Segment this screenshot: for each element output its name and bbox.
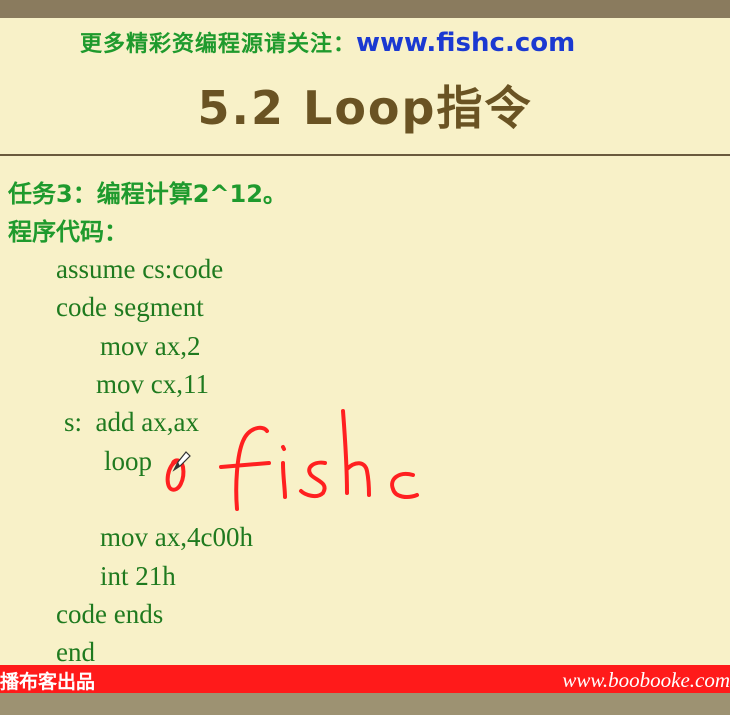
brand-label: 播布客出品 — [0, 671, 96, 693]
code-line: code segment — [56, 292, 204, 322]
code-line: loop — [104, 446, 153, 476]
slide-title: 5.2 Loop指令 — [197, 81, 533, 135]
hand-stroke-f — [219, 425, 271, 511]
divider — [0, 154, 730, 156]
hand-stroke-h — [341, 409, 371, 497]
hand-stroke-c — [390, 472, 419, 499]
top-bar — [0, 0, 730, 18]
code-line: end — [56, 637, 95, 667]
code-line: mov ax,2 — [100, 331, 201, 361]
pen-cursor-icon[interactable] — [172, 450, 192, 472]
code-line: mov cx,11 — [96, 369, 209, 399]
promo-line: 更多精彩资编程源请关注：www.fishc.com — [80, 26, 575, 58]
code-line: code ends — [56, 599, 164, 629]
code-line: int 21h — [100, 561, 176, 591]
brand-site[interactable]: www.boobooke.com — [562, 668, 730, 693]
footer-bar — [0, 693, 730, 715]
promo-url[interactable]: www.fishc.com — [356, 28, 575, 58]
hand-stroke-i — [281, 445, 287, 499]
promo-text: 更多精彩资编程源请关注： — [80, 32, 357, 57]
task-label: 任务3：编程计算2^12。 — [8, 180, 287, 208]
code-line: mov ax,4c00h — [100, 522, 253, 552]
code-line: assume cs:code — [56, 254, 224, 284]
code-label: 程序代码： — [8, 218, 128, 246]
bottom-bar: 播布客出品 www.boobooke.com — [0, 665, 730, 693]
handwriting-annotation — [165, 409, 419, 511]
hand-stroke-s — [299, 460, 327, 499]
